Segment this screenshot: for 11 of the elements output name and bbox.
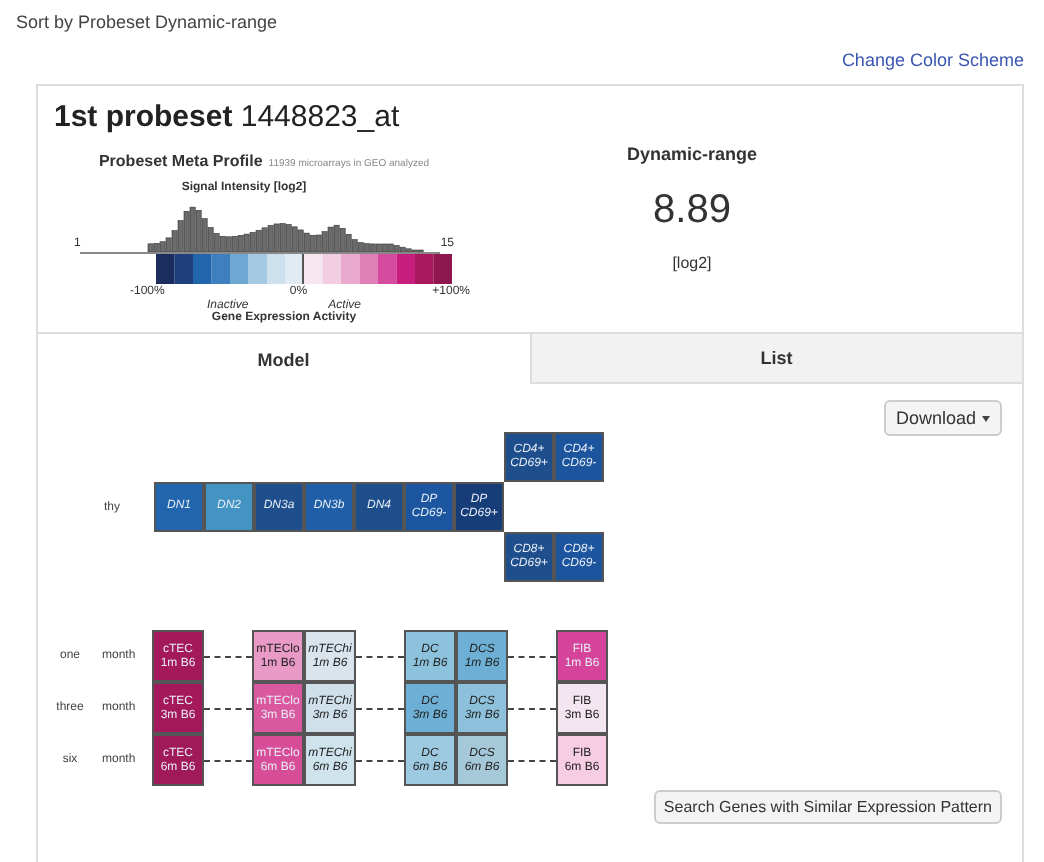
change-color-link[interactable]: Change Color Scheme bbox=[841, 50, 1024, 70]
dynamic-range-value: 8.89 bbox=[653, 188, 731, 234]
tab[interactable]: List bbox=[529, 334, 1022, 384]
sort-label: Sort by Probeset Dynamic-range bbox=[16, 12, 280, 32]
meta-profile-title: Probeset Meta Profile bbox=[98, 152, 263, 170]
search-similar-button[interactable]: Search Genes with Similar Expression Pattern bbox=[653, 790, 1002, 824]
probeset-title: 1st probeset 1448823_at bbox=[54, 100, 402, 134]
dynamic-range-unit: [log2] bbox=[672, 254, 712, 272]
download-button[interactable]: Download bbox=[883, 400, 1002, 436]
dynamic-range-title: Dynamic-range bbox=[626, 144, 758, 164]
caret-icon bbox=[982, 415, 990, 421]
